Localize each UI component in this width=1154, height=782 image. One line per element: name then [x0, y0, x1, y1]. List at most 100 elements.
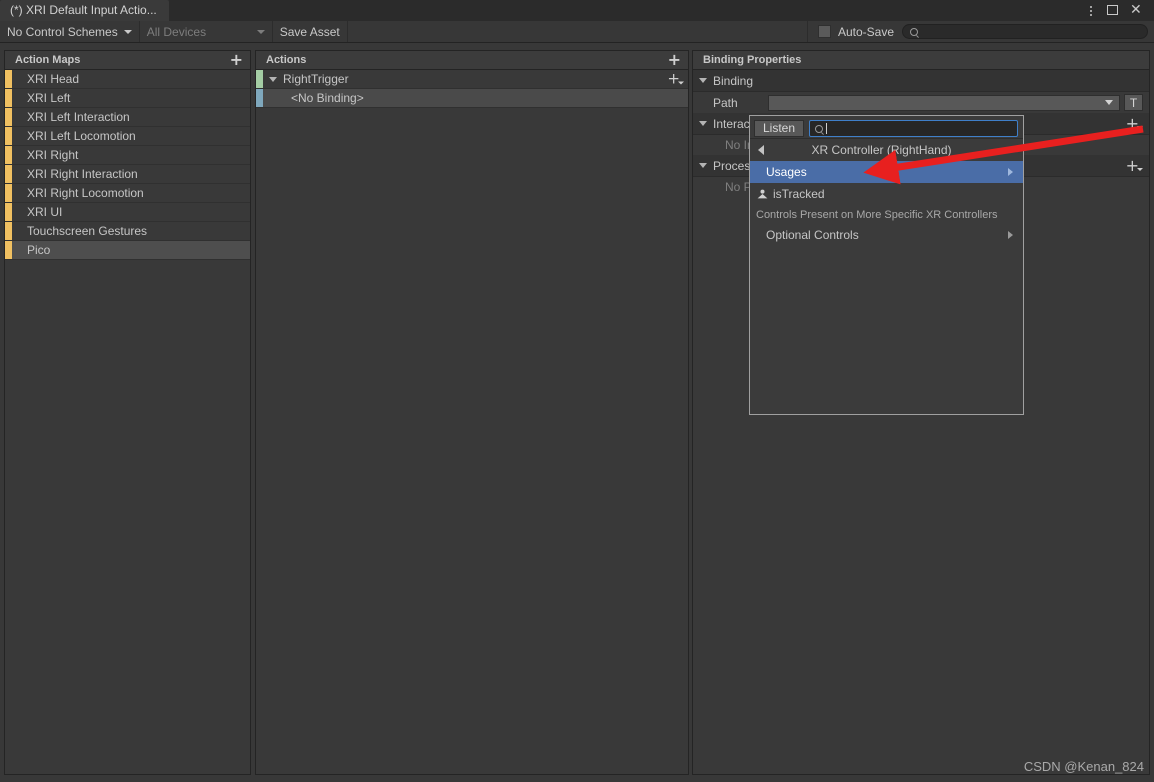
binding-properties-title: Binding Properties [703, 54, 801, 66]
chevron-down-icon [699, 78, 707, 83]
auto-save-toggle[interactable]: Auto-Save [808, 21, 902, 42]
action-map-label: XRI Left [12, 91, 70, 105]
chevron-right-icon [1008, 168, 1013, 176]
map-accent-bar [5, 184, 12, 202]
asset-tab[interactable]: (*) XRI Default Input Actio... [0, 0, 169, 21]
popup-breadcrumb-back[interactable]: XR Controller (RightHand) [750, 139, 1023, 161]
action-map-row[interactable]: XRI Left [5, 89, 250, 108]
save-asset-label: Save Asset [280, 25, 340, 39]
action-maps-title: Action Maps [15, 54, 80, 66]
action-map-row[interactable]: XRI Left Locomotion [5, 127, 250, 146]
action-map-label: XRI Right Interaction [12, 167, 138, 181]
actions-title: Actions [266, 54, 306, 66]
action-accent-bar [256, 70, 263, 88]
action-maps-panel: Action Maps + XRI Head XRI Left XRI Left… [4, 50, 251, 775]
plus-dropdown-icon[interactable]: + [1126, 118, 1139, 130]
chevron-down-icon [257, 30, 265, 34]
window-title-bar: (*) XRI Default Input Actio... ✕ [0, 0, 1154, 21]
action-maps-header: Action Maps + [5, 51, 250, 70]
chevron-right-icon [1008, 231, 1013, 239]
path-dropdown[interactable] [768, 95, 1120, 111]
map-accent-bar [5, 70, 12, 88]
popup-item-istracked[interactable]: isTracked [750, 183, 1023, 205]
popup-search-bar: Listen [750, 116, 1023, 138]
popup-item-label: Usages [750, 165, 807, 179]
binding-section-header[interactable]: Binding [693, 70, 1149, 92]
devices-label: All Devices [147, 25, 206, 39]
action-map-label: XRI Left Interaction [12, 110, 130, 124]
action-map-row[interactable]: Touchscreen Gestures [5, 222, 250, 241]
popup-item-usages[interactable]: Usages [750, 161, 1023, 183]
close-icon[interactable]: ✕ [1130, 4, 1144, 18]
binding-label: <No Binding> [263, 91, 364, 105]
action-map-row-selected[interactable]: Pico [5, 241, 250, 260]
plus-icon[interactable]: + [668, 54, 681, 66]
path-picker-popup: Listen XR Controller (RightHand) Usages … [749, 115, 1024, 415]
action-row-right-trigger[interactable]: RightTrigger + [256, 70, 688, 89]
maximize-icon[interactable] [1107, 4, 1121, 18]
action-map-row[interactable]: XRI Right Locomotion [5, 184, 250, 203]
kebab-menu-icon[interactable] [1084, 4, 1098, 18]
auto-save-checkbox[interactable] [818, 25, 831, 38]
window-controls: ✕ [1084, 0, 1150, 21]
path-label: Path [713, 96, 768, 110]
editor-toolbar: No Control Schemes All Devices Save Asse… [0, 21, 1154, 43]
popup-breadcrumb-label: XR Controller (RightHand) [811, 143, 951, 157]
popup-group-header: Controls Present on More Specific XR Con… [750, 205, 1023, 224]
action-map-label: XRI Head [12, 72, 79, 86]
map-accent-bar [5, 127, 12, 145]
action-map-label: XRI Left Locomotion [12, 129, 136, 143]
action-map-label: Pico [12, 243, 50, 257]
chevron-down-icon [1105, 100, 1113, 105]
plus-dropdown-icon[interactable]: + [667, 74, 680, 85]
action-map-row[interactable]: XRI Right [5, 146, 250, 165]
popup-search-input[interactable] [809, 120, 1018, 137]
action-map-label: XRI Right [12, 148, 78, 162]
devices-dropdown[interactable]: All Devices [140, 21, 273, 42]
map-accent-bar [5, 165, 12, 183]
action-label: RightTrigger [277, 72, 349, 86]
map-accent-bar [5, 203, 12, 221]
back-arrow-icon[interactable] [758, 145, 764, 155]
map-accent-bar [5, 241, 12, 259]
tracking-icon [756, 188, 769, 201]
popup-item-label: Optional Controls [750, 228, 859, 242]
map-accent-bar [5, 222, 12, 240]
listen-button[interactable]: Listen [754, 120, 804, 137]
control-schemes-dropdown[interactable]: No Control Schemes [0, 21, 140, 42]
action-map-row[interactable]: XRI Left Interaction [5, 108, 250, 127]
auto-save-label: Auto-Save [838, 25, 894, 39]
actions-panel: Actions + RightTrigger + <No Binding> [255, 50, 689, 775]
action-map-row[interactable]: XRI UI [5, 203, 250, 222]
map-accent-bar [5, 89, 12, 107]
map-accent-bar [5, 146, 12, 164]
action-map-label: XRI Right Locomotion [12, 186, 144, 200]
binding-properties-header: Binding Properties [693, 51, 1149, 70]
toolbar-search-input[interactable] [902, 24, 1148, 39]
save-asset-button[interactable]: Save Asset [273, 21, 348, 42]
actions-header: Actions + [256, 51, 688, 70]
text-cursor [826, 123, 827, 134]
chevron-down-icon [699, 163, 707, 168]
binding-row-no-binding[interactable]: <No Binding> [256, 89, 688, 108]
chevron-down-icon [699, 121, 707, 126]
action-map-label: XRI UI [12, 205, 62, 219]
map-accent-bar [5, 108, 12, 126]
plus-dropdown-icon[interactable]: + [1126, 160, 1139, 172]
path-text-mode-button[interactable]: T [1124, 94, 1143, 111]
action-map-label: Touchscreen Gestures [12, 224, 147, 238]
action-map-row[interactable]: XRI Head [5, 70, 250, 89]
popup-item-label: isTracked [769, 187, 825, 201]
chevron-down-icon [124, 30, 132, 34]
binding-section-label: Binding [713, 74, 753, 88]
popup-item-optional-controls[interactable]: Optional Controls [750, 224, 1023, 246]
chevron-down-icon[interactable] [269, 77, 277, 82]
action-map-row[interactable]: XRI Right Interaction [5, 165, 250, 184]
watermark: CSDN @Kenan_824 [1024, 759, 1144, 774]
control-schemes-label: No Control Schemes [7, 25, 118, 39]
search-icon [815, 125, 823, 133]
search-icon [910, 28, 918, 36]
path-row: Path T [693, 92, 1149, 113]
toolbar-spacer [348, 21, 808, 42]
plus-icon[interactable]: + [230, 54, 243, 66]
